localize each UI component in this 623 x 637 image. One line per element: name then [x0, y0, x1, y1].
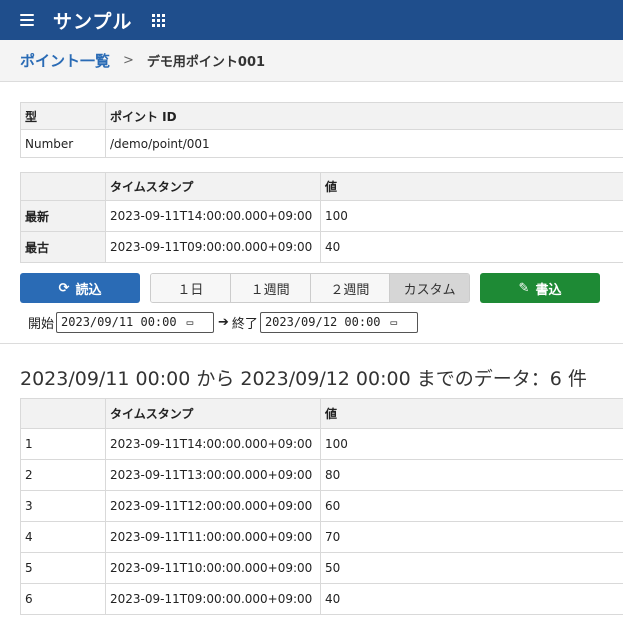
table-row: 2 2023-09-11T13:00:00.000+09:00 80	[20, 459, 623, 491]
table-row: 6 2023-09-11T09:00:00.000+09:00 40	[20, 583, 623, 615]
index-header	[20, 398, 106, 429]
period-2-weeks[interactable]: ２週間	[310, 274, 391, 302]
period-custom[interactable]: カスタム	[390, 274, 469, 302]
start-datetime-value: 2023/09/11 00:00	[61, 315, 177, 329]
calendar-icon[interactable]: ▭	[391, 316, 398, 329]
grid-apps-icon[interactable]	[152, 13, 166, 27]
empty-header	[20, 172, 106, 201]
row-index: 3	[20, 490, 106, 522]
oldest-timestamp: 2023-09-11T09:00:00.000+09:00	[105, 231, 321, 263]
breadcrumb-separator-icon: >	[123, 53, 134, 68]
row-value: 100	[320, 428, 623, 460]
app-title: サンプル	[53, 10, 133, 33]
value-header: 値	[320, 398, 623, 429]
point-id-value: /demo/point/001	[105, 129, 623, 158]
end-label: 終了	[231, 316, 258, 332]
table-row: 最古 2023-09-11T09:00:00.000+09:00 40	[20, 231, 623, 263]
table-header-row: タイムスタンプ 値	[20, 398, 623, 429]
latest-oldest-table: タイムスタンプ 値 最新 2023-09-11T14:00:00.000+09:…	[20, 172, 623, 263]
timestamp-header: タイムスタンプ	[105, 398, 321, 429]
pencil-icon: ✎	[518, 280, 530, 296]
row-index: 4	[20, 521, 106, 553]
oldest-label: 最古	[20, 231, 106, 263]
point-info-table: 型 ポイント ID Number /demo/point/001	[20, 102, 623, 158]
write-button[interactable]: ✎ 書込	[480, 273, 600, 303]
row-timestamp: 2023-09-11T13:00:00.000+09:00	[105, 459, 321, 491]
end-datetime-input[interactable]: 2023/09/12 00:00 ▭	[259, 311, 418, 333]
read-button[interactable]: ⟳ 読込	[20, 273, 140, 303]
row-value: 80	[320, 459, 623, 491]
period-1-week[interactable]: １週間	[230, 274, 311, 302]
row-value: 60	[320, 490, 623, 522]
table-row: 型 ポイント ID	[20, 102, 623, 130]
oldest-value: 40	[320, 231, 623, 263]
breadcrumb: ポイント一覧 > デモ用ポイント001	[0, 40, 623, 82]
start-label: 開始	[28, 316, 55, 332]
end-datetime-value: 2023/09/12 00:00	[264, 315, 381, 329]
table-row: 4 2023-09-11T11:00:00.000+09:00 70	[20, 521, 623, 553]
table-row: 3 2023-09-11T12:00:00.000+09:00 60	[20, 490, 623, 522]
row-timestamp: 2023-09-11T12:00:00.000+09:00	[105, 490, 321, 522]
row-index: 1	[20, 428, 106, 460]
write-button-label: 書込	[535, 282, 562, 298]
data-table: タイムスタンプ 値 1 2023-09-11T14:00:00.000+09:00…	[20, 398, 623, 615]
row-timestamp: 2023-09-11T14:00:00.000+09:00	[105, 428, 321, 460]
latest-value: 100	[320, 200, 623, 232]
table-row: タイムスタンプ 値	[20, 172, 623, 201]
value-header: 値	[320, 172, 623, 201]
row-value: 40	[320, 583, 623, 615]
table-row: 1 2023-09-11T14:00:00.000+09:00 100	[20, 428, 623, 460]
row-index: 2	[20, 459, 106, 491]
latest-label: 最新	[20, 200, 106, 232]
table-row: Number /demo/point/001	[20, 129, 623, 158]
table-row: 5 2023-09-11T10:00:00.000+09:00 50	[20, 552, 623, 584]
start-datetime-input[interactable]: 2023/09/11 00:00 ▭	[56, 311, 215, 333]
point-id-header: ポイント ID	[105, 102, 623, 130]
breadcrumb-point-list-link[interactable]: ポイント一覧	[20, 50, 110, 71]
data-summary: 2023/09/11 00:00 から 2023/09/12 00:00 までの…	[20, 368, 587, 390]
row-timestamp: 2023-09-11T11:00:00.000+09:00	[105, 521, 321, 553]
row-timestamp: 2023-09-11T10:00:00.000+09:00	[105, 552, 321, 584]
row-index: 5	[20, 552, 106, 584]
date-range: 開始 2023/09/11 00:00 ▭ ➔ 終了 2023/09/12 00…	[28, 311, 418, 333]
read-button-label: 読込	[75, 282, 102, 298]
period-selector: １日 １週間 ２週間 カスタム	[150, 273, 470, 303]
period-1-day[interactable]: １日	[151, 274, 231, 302]
table-row: 最新 2023-09-11T14:00:00.000+09:00 100	[20, 200, 623, 232]
row-value: 50	[320, 552, 623, 584]
row-timestamp: 2023-09-11T09:00:00.000+09:00	[105, 583, 321, 615]
row-value: 70	[320, 521, 623, 553]
breadcrumb-current: デモ用ポイント001	[146, 55, 266, 70]
hamburger-menu-icon[interactable]	[20, 14, 34, 26]
calendar-icon[interactable]: ▭	[187, 316, 194, 329]
latest-timestamp: 2023-09-11T14:00:00.000+09:00	[105, 200, 321, 232]
arrow-right-icon: ➔	[218, 314, 229, 330]
type-value: Number	[20, 129, 106, 158]
top-navbar: サンプル	[0, 0, 623, 40]
type-header: 型	[20, 102, 106, 130]
row-index: 6	[20, 583, 106, 615]
timestamp-header: タイムスタンプ	[105, 172, 321, 201]
section-divider	[0, 343, 623, 344]
refresh-icon: ⟳	[58, 280, 70, 296]
